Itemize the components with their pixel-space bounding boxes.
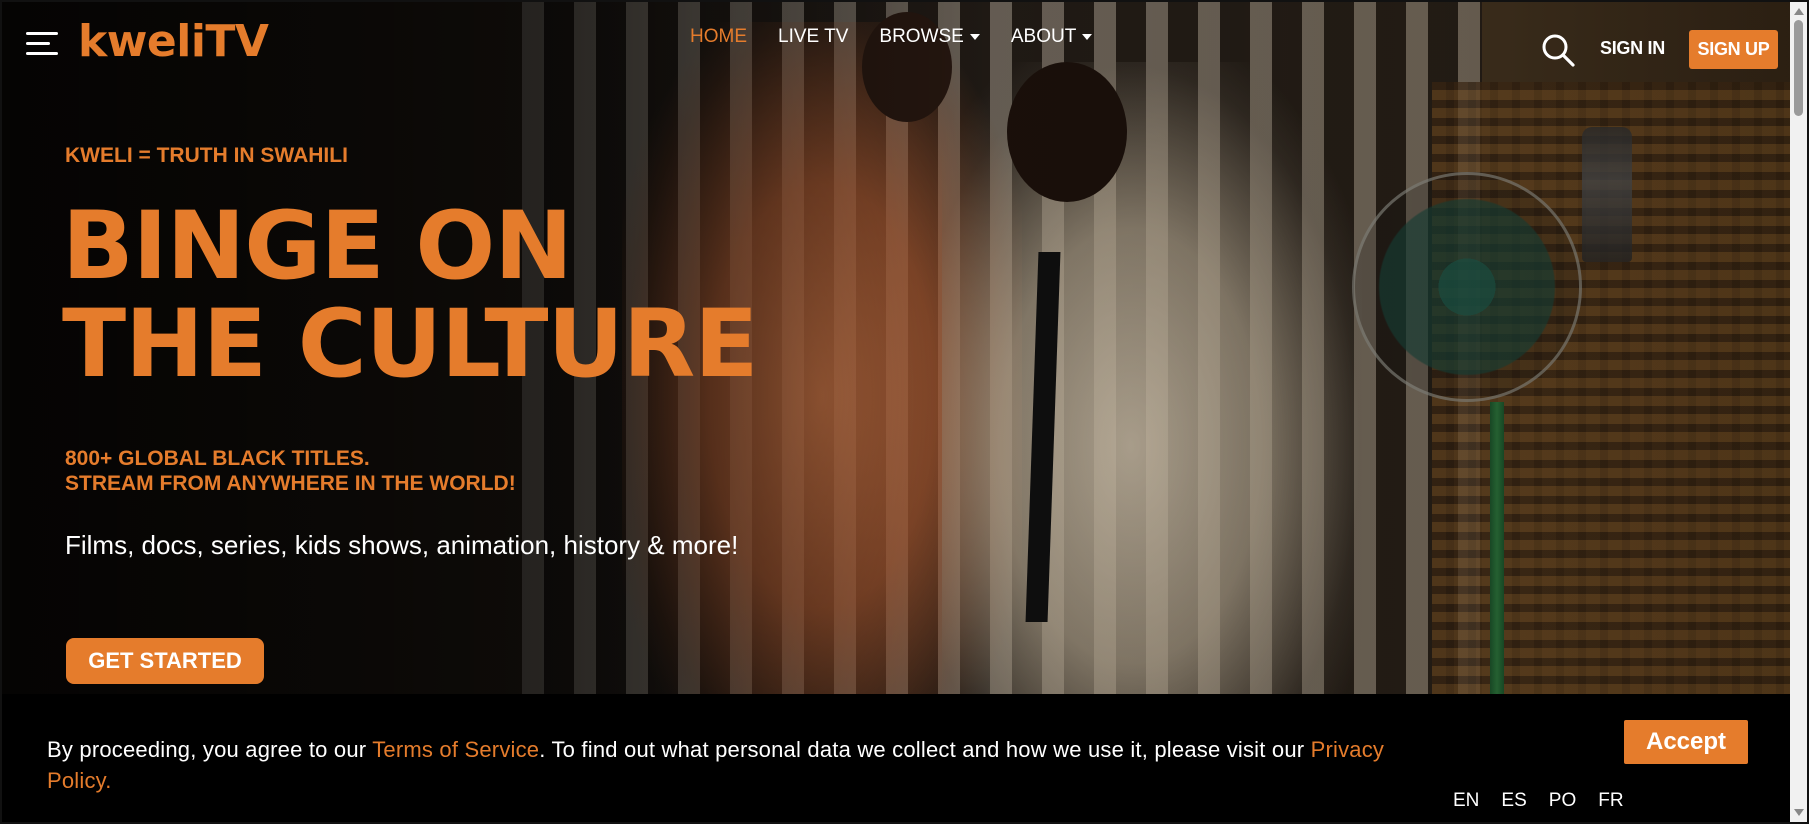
nav-live-tv-label: LIVE TV (778, 26, 849, 47)
nav-about-label: ABOUT (1010, 26, 1077, 47)
hero-headline: BINGE ON THE CULTURE (62, 192, 758, 399)
kwelitv-logo[interactable]: kweliTV (78, 16, 269, 67)
accept-button[interactable]: Accept (1624, 720, 1748, 764)
nav-browse-label: BROWSE (879, 26, 964, 47)
hero-headline-line2: THE CULTURE (62, 290, 758, 399)
nav-home-label: HOME (690, 26, 747, 47)
nav-browse[interactable]: BROWSE (879, 26, 980, 48)
vertical-scrollbar[interactable] (1790, 2, 1807, 822)
hero-subheading-line1: 800+ GLOBAL BLACK TITLES. (65, 447, 370, 470)
hero-headline-line1: BINGE ON (62, 192, 573, 301)
nav-about[interactable]: ABOUT (1010, 26, 1093, 48)
language-fr[interactable]: FR (1598, 790, 1623, 812)
cookie-text-after: . (105, 768, 112, 793)
nav-live-tv[interactable]: LIVE TV (778, 26, 848, 48)
language-switcher: EN ES PO FR (1453, 790, 1624, 812)
hero-description: Films, docs, series, kids shows, animati… (65, 530, 739, 560)
scrollbar-thumb[interactable] (1794, 20, 1803, 116)
hamburger-menu-icon[interactable] (26, 30, 60, 58)
nav-home[interactable]: HOME (690, 26, 747, 48)
cookie-consent-bar: By proceeding, you agree to our Terms of… (2, 694, 1790, 822)
language-en[interactable]: EN (1453, 790, 1479, 812)
hero-tagline: KWELI = TRUTH IN SWAHILI (65, 144, 348, 167)
cookie-message: By proceeding, you agree to our Terms of… (47, 734, 1417, 796)
sign-up-button[interactable]: SIGN UP (1689, 30, 1778, 69)
scroll-up-arrow-icon[interactable] (1794, 8, 1804, 15)
caret-down-icon (969, 34, 980, 40)
hero-subheading: 800+ GLOBAL BLACK TITLES. STREAM FROM AN… (65, 446, 516, 496)
terms-of-service-link[interactable]: Terms of Service (372, 737, 539, 762)
get-started-button[interactable]: GET STARTED (66, 638, 264, 684)
language-es[interactable]: ES (1501, 790, 1526, 812)
cookie-text-middle: . To find out what personal data we coll… (539, 737, 1311, 762)
scroll-down-arrow-icon[interactable] (1794, 809, 1804, 816)
nav-links: HOME LIVE TV BROWSE ABOUT (690, 26, 1093, 48)
hero-subheading-line2: STREAM FROM ANYWHERE IN THE WORLD! (65, 472, 516, 495)
sign-in-link[interactable]: SIGN IN (1600, 38, 1665, 59)
caret-down-icon (1082, 34, 1093, 40)
search-icon[interactable] (1540, 32, 1576, 68)
cookie-text-before: By proceeding, you agree to our (47, 737, 373, 762)
top-navigation: kweliTV HOME LIVE TV BROWSE ABOUT SIGN I… (2, 2, 1790, 82)
language-po[interactable]: PO (1549, 790, 1576, 812)
